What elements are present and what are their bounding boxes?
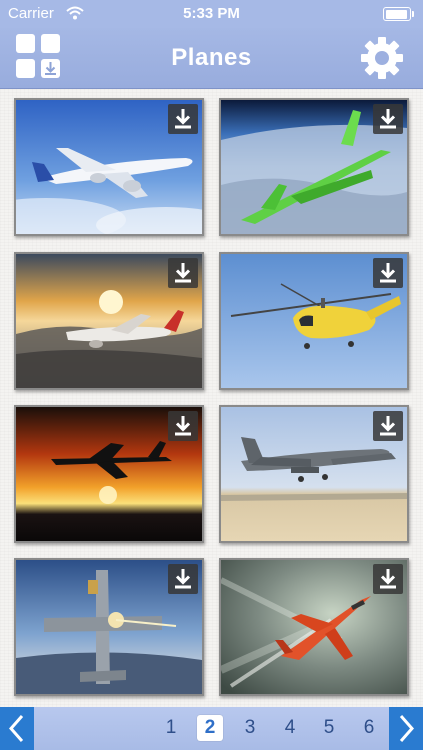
plane-thumbnail[interactable] xyxy=(219,252,409,390)
plane-thumbnail[interactable] xyxy=(14,558,204,696)
download-icon[interactable] xyxy=(168,564,198,594)
download-icon[interactable] xyxy=(168,258,198,288)
pagination-bar: 1 2 3 4 5 6 xyxy=(0,707,423,750)
page-number[interactable]: 5 xyxy=(316,715,342,741)
plane-thumbnail[interactable] xyxy=(219,405,409,543)
gear-icon[interactable] xyxy=(359,35,405,81)
page-list: 1 2 3 4 5 6 xyxy=(48,707,378,750)
page-number[interactable]: 4 xyxy=(277,715,303,741)
plane-thumbnail[interactable] xyxy=(14,252,204,390)
nav-bar: Planes xyxy=(0,28,423,89)
plane-thumbnail[interactable] xyxy=(219,98,409,236)
page-number-current[interactable]: 2 xyxy=(197,715,223,741)
status-bar: Carrier 5:33 PM xyxy=(0,0,423,28)
download-icon[interactable] xyxy=(373,564,403,594)
clock: 5:33 PM xyxy=(183,5,240,22)
download-icon[interactable] xyxy=(373,411,403,441)
plane-thumbnail[interactable] xyxy=(14,405,204,543)
chevron-left-icon[interactable] xyxy=(0,707,34,750)
battery-icon xyxy=(383,7,414,21)
download-icon[interactable] xyxy=(373,104,403,134)
plane-thumbnail[interactable] xyxy=(14,98,204,236)
download-icon[interactable] xyxy=(168,411,198,441)
page-number[interactable]: 6 xyxy=(356,715,378,741)
chevron-right-icon[interactable] xyxy=(389,707,423,750)
page-number[interactable]: 1 xyxy=(158,715,184,741)
plane-thumbnail[interactable] xyxy=(219,558,409,696)
page-number[interactable]: 3 xyxy=(237,715,263,741)
download-icon[interactable] xyxy=(168,104,198,134)
download-icon[interactable] xyxy=(373,258,403,288)
